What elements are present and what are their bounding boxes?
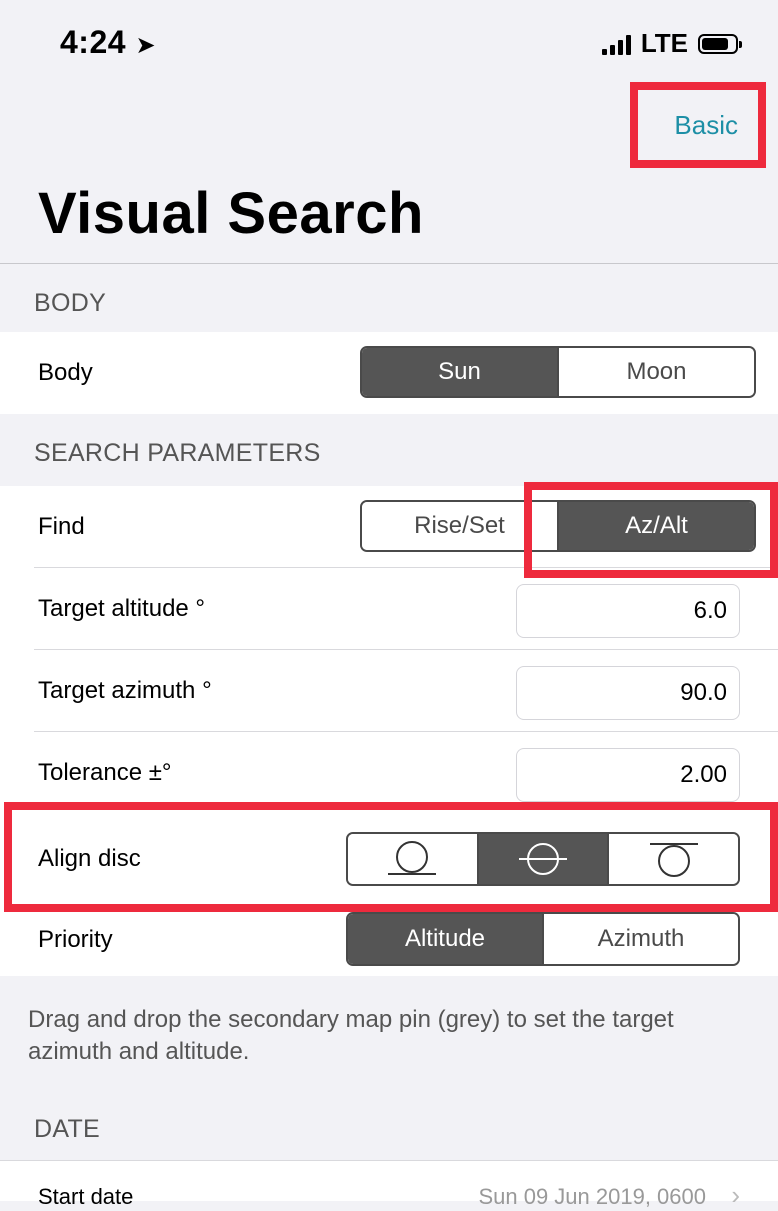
section-header-date: DATE: [34, 1115, 101, 1143]
chevron-right-icon: ›: [731, 1180, 740, 1210]
search-parameters-group: Find Rise/Set Az/Alt Target altitude ° 6…: [0, 486, 778, 976]
disc-top-icon[interactable]: [607, 834, 738, 884]
section-header-body: BODY: [34, 289, 107, 317]
body-segmented-control: Sun Moon: [360, 346, 756, 398]
battery-icon: [698, 33, 742, 54]
body-option-sun[interactable]: Sun: [362, 348, 557, 396]
priority-label: Priority: [38, 926, 113, 953]
start-date-value[interactable]: Sun 09 Jun 2019, 0600: [478, 1184, 706, 1210]
tolerance-label: Tolerance ±°: [38, 759, 172, 786]
section-header-search-parameters: SEARCH PARAMETERS: [34, 439, 321, 467]
priority-segmented-control: Altitude Azimuth: [346, 912, 740, 966]
network-label: LTE: [640, 28, 688, 58]
body-row: Body Sun Moon: [0, 332, 778, 414]
tolerance-input[interactable]: 2.00: [516, 748, 740, 802]
align-disc-segmented-control: [346, 832, 740, 886]
body-option-moon[interactable]: Moon: [557, 348, 754, 396]
priority-option-altitude[interactable]: Altitude: [348, 914, 542, 964]
disc-center-icon[interactable]: [476, 834, 608, 884]
find-segmented-control: Rise/Set Az/Alt: [360, 500, 756, 552]
basic-button[interactable]: Basic: [674, 110, 738, 141]
target-altitude-label: Target altitude °: [38, 595, 206, 622]
disc-bottom-icon[interactable]: [348, 834, 477, 884]
target-altitude-row: Target altitude ° 6.0: [0, 568, 778, 650]
search-footnote: Drag and drop the secondary map pin (gre…: [28, 1006, 674, 1065]
target-altitude-input[interactable]: 6.0: [516, 584, 740, 638]
find-row: Find Rise/Set Az/Alt: [0, 486, 778, 568]
body-group: Body Sun Moon: [0, 332, 778, 414]
location-arrow-icon: ➤: [135, 32, 157, 59]
page-title: Visual Search: [38, 181, 424, 246]
start-date-label[interactable]: Start date: [38, 1184, 133, 1210]
priority-option-azimuth[interactable]: Azimuth: [542, 914, 738, 964]
target-azimuth-label: Target azimuth °: [38, 677, 212, 704]
find-option-rise-set[interactable]: Rise/Set: [362, 502, 557, 550]
status-time: 4:24 ➤: [60, 24, 157, 60]
find-label: Find: [38, 513, 85, 540]
find-option-az-alt[interactable]: Az/Alt: [557, 502, 754, 550]
target-azimuth-row: Target azimuth ° 90.0: [0, 650, 778, 732]
priority-row: Priority Altitude Azimuth: [0, 904, 778, 976]
signal-icon: [601, 33, 631, 55]
align-disc-label: Align disc: [38, 845, 141, 872]
align-disc-row: Align disc: [0, 814, 778, 904]
body-label: Body: [38, 359, 93, 386]
target-azimuth-input[interactable]: 90.0: [516, 666, 740, 720]
tolerance-row: Tolerance ±° 2.00: [0, 732, 778, 814]
status-indicators: LTE: [601, 28, 742, 59]
